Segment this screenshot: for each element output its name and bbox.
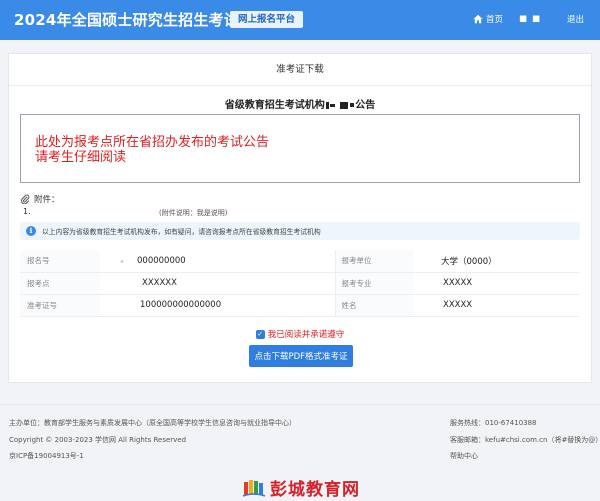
attachment-note: (附件说明：我是说明) [159,209,228,217]
top-header: 2024年全国硕士研究生招生考试 网上报名平台 首页 ■ ■ 退出 [0,0,600,40]
logout-link[interactable]: 退出 [567,13,584,25]
notice-title-suffix: 公告 [355,100,376,111]
site-title: 2024年全国硕士研究生招生考试 [14,11,239,29]
footer-icp[interactable]: 京ICP备19004913号-1 [9,451,84,461]
applied-unit-label: 报考单位 [335,250,413,273]
footer-copyright: Copyright © 2003-2023 学信网 All Rights Res… [9,436,187,444]
notice-title: 省级教育招生考试机构 公告 [9,96,591,111]
redacted-mark [329,103,335,107]
name-label: 姓名 [335,294,413,317]
notice-line: 请考生仔细阅读 [35,150,127,165]
exam-site-label: 报考点 [20,272,100,295]
name-value: XXXXX [413,294,580,317]
footer-hotline: 服务热线：010-67410388 [450,419,537,427]
ticket-info-table: 报名号 ◂ 000000000 报考单位 大学（0000） 报考点 XXXXXX … [20,250,580,317]
notice-line: 此处为报考点所在省招办发布的考试公告 [35,135,270,150]
home-icon [473,14,483,24]
logo-text: 彭城教育网 [270,480,360,500]
attachments-label: 附件： [34,195,60,205]
exam-site-value: XXXXXX [100,272,336,295]
download-pdf-button[interactable]: 点击下载PDF格式准考证 [249,345,353,367]
table-row: 报考点 XXXXXX 报考专业 XXXXX [20,272,580,295]
agree-checkbox[interactable]: ✓ [255,329,265,339]
redacted-mark [350,103,355,107]
agree-label[interactable]: 我已阅读并承诺遵守 [268,328,345,340]
notice-title-prefix: 省级教育招生考试机构 [224,100,325,111]
site-logo: 彭城教育网 [242,475,360,500]
table-row: 报名号 ◂ 000000000 报考单位 大学（0000） [20,250,580,273]
top-nav: 首页 ■ ■ 退出 [473,13,584,25]
registration-number-label: 报名号 [20,250,100,273]
redacted-mark [325,101,329,109]
nav-home-link[interactable]: 首页 [473,13,503,25]
registration-number-text: 000000000 [137,255,186,266]
paperclip-icon [20,194,30,204]
caret-icon: ◂ [120,257,124,265]
footer-email: 客服邮箱：kefu#chsi.com.cn（将#替换为@） [450,436,600,444]
admission-ticket-card: 准考证下载 省级教育招生考试机构 公告 此处为报考点所在省招办发布的考试公告 请… [8,53,592,383]
footer-sponsor: 主办单位：教育部学生服务与素质发展中心（原全国高等学校学生信息咨询与就业指导中心… [9,419,296,427]
notice-content-box: 此处为报考点所在省招办发布的考试公告 请考生仔细阅读 [20,114,580,183]
footer-help-link[interactable]: 帮助中心 [450,451,478,461]
applied-unit-value: 大学（0000） [413,250,580,273]
info-text: 以上内容为省级教育招生考试机构发布，如有疑问，请咨询报考点所在省级教育招生考试机… [42,228,321,236]
registration-number-value: ◂ 000000000 [100,250,336,273]
attachments-header: 附件： [20,193,60,205]
major-value: XXXXX [413,272,580,295]
info-icon: i [26,226,36,236]
user-name[interactable]: ■ ■ [519,14,541,24]
attachment-item[interactable]: 1. [23,207,31,216]
card-title: 准考证下载 [9,54,591,86]
redacted-mark [340,101,349,109]
platform-tag[interactable]: 网上报名平台 [230,11,304,28]
table-row: 准考证号 100000000000000 姓名 XXXXX [20,294,580,317]
ticket-number-value: 100000000000000 [100,294,336,317]
books-logo-icon [242,479,266,497]
page-footer: 主办单位：教育部学生服务与素质发展中心（原全国高等学校学生信息咨询与就业指导中心… [0,404,600,501]
ticket-number-label: 准考证号 [20,294,100,317]
major-label: 报考专业 [335,272,413,295]
nav-home-label: 首页 [485,15,503,25]
info-bar: i 以上内容为省级教育招生考试机构发布，如有疑问，请咨询报考点所在省级教育招生考… [20,222,580,240]
agreement-row: ✓ 我已阅读并承诺遵守 [9,328,591,340]
